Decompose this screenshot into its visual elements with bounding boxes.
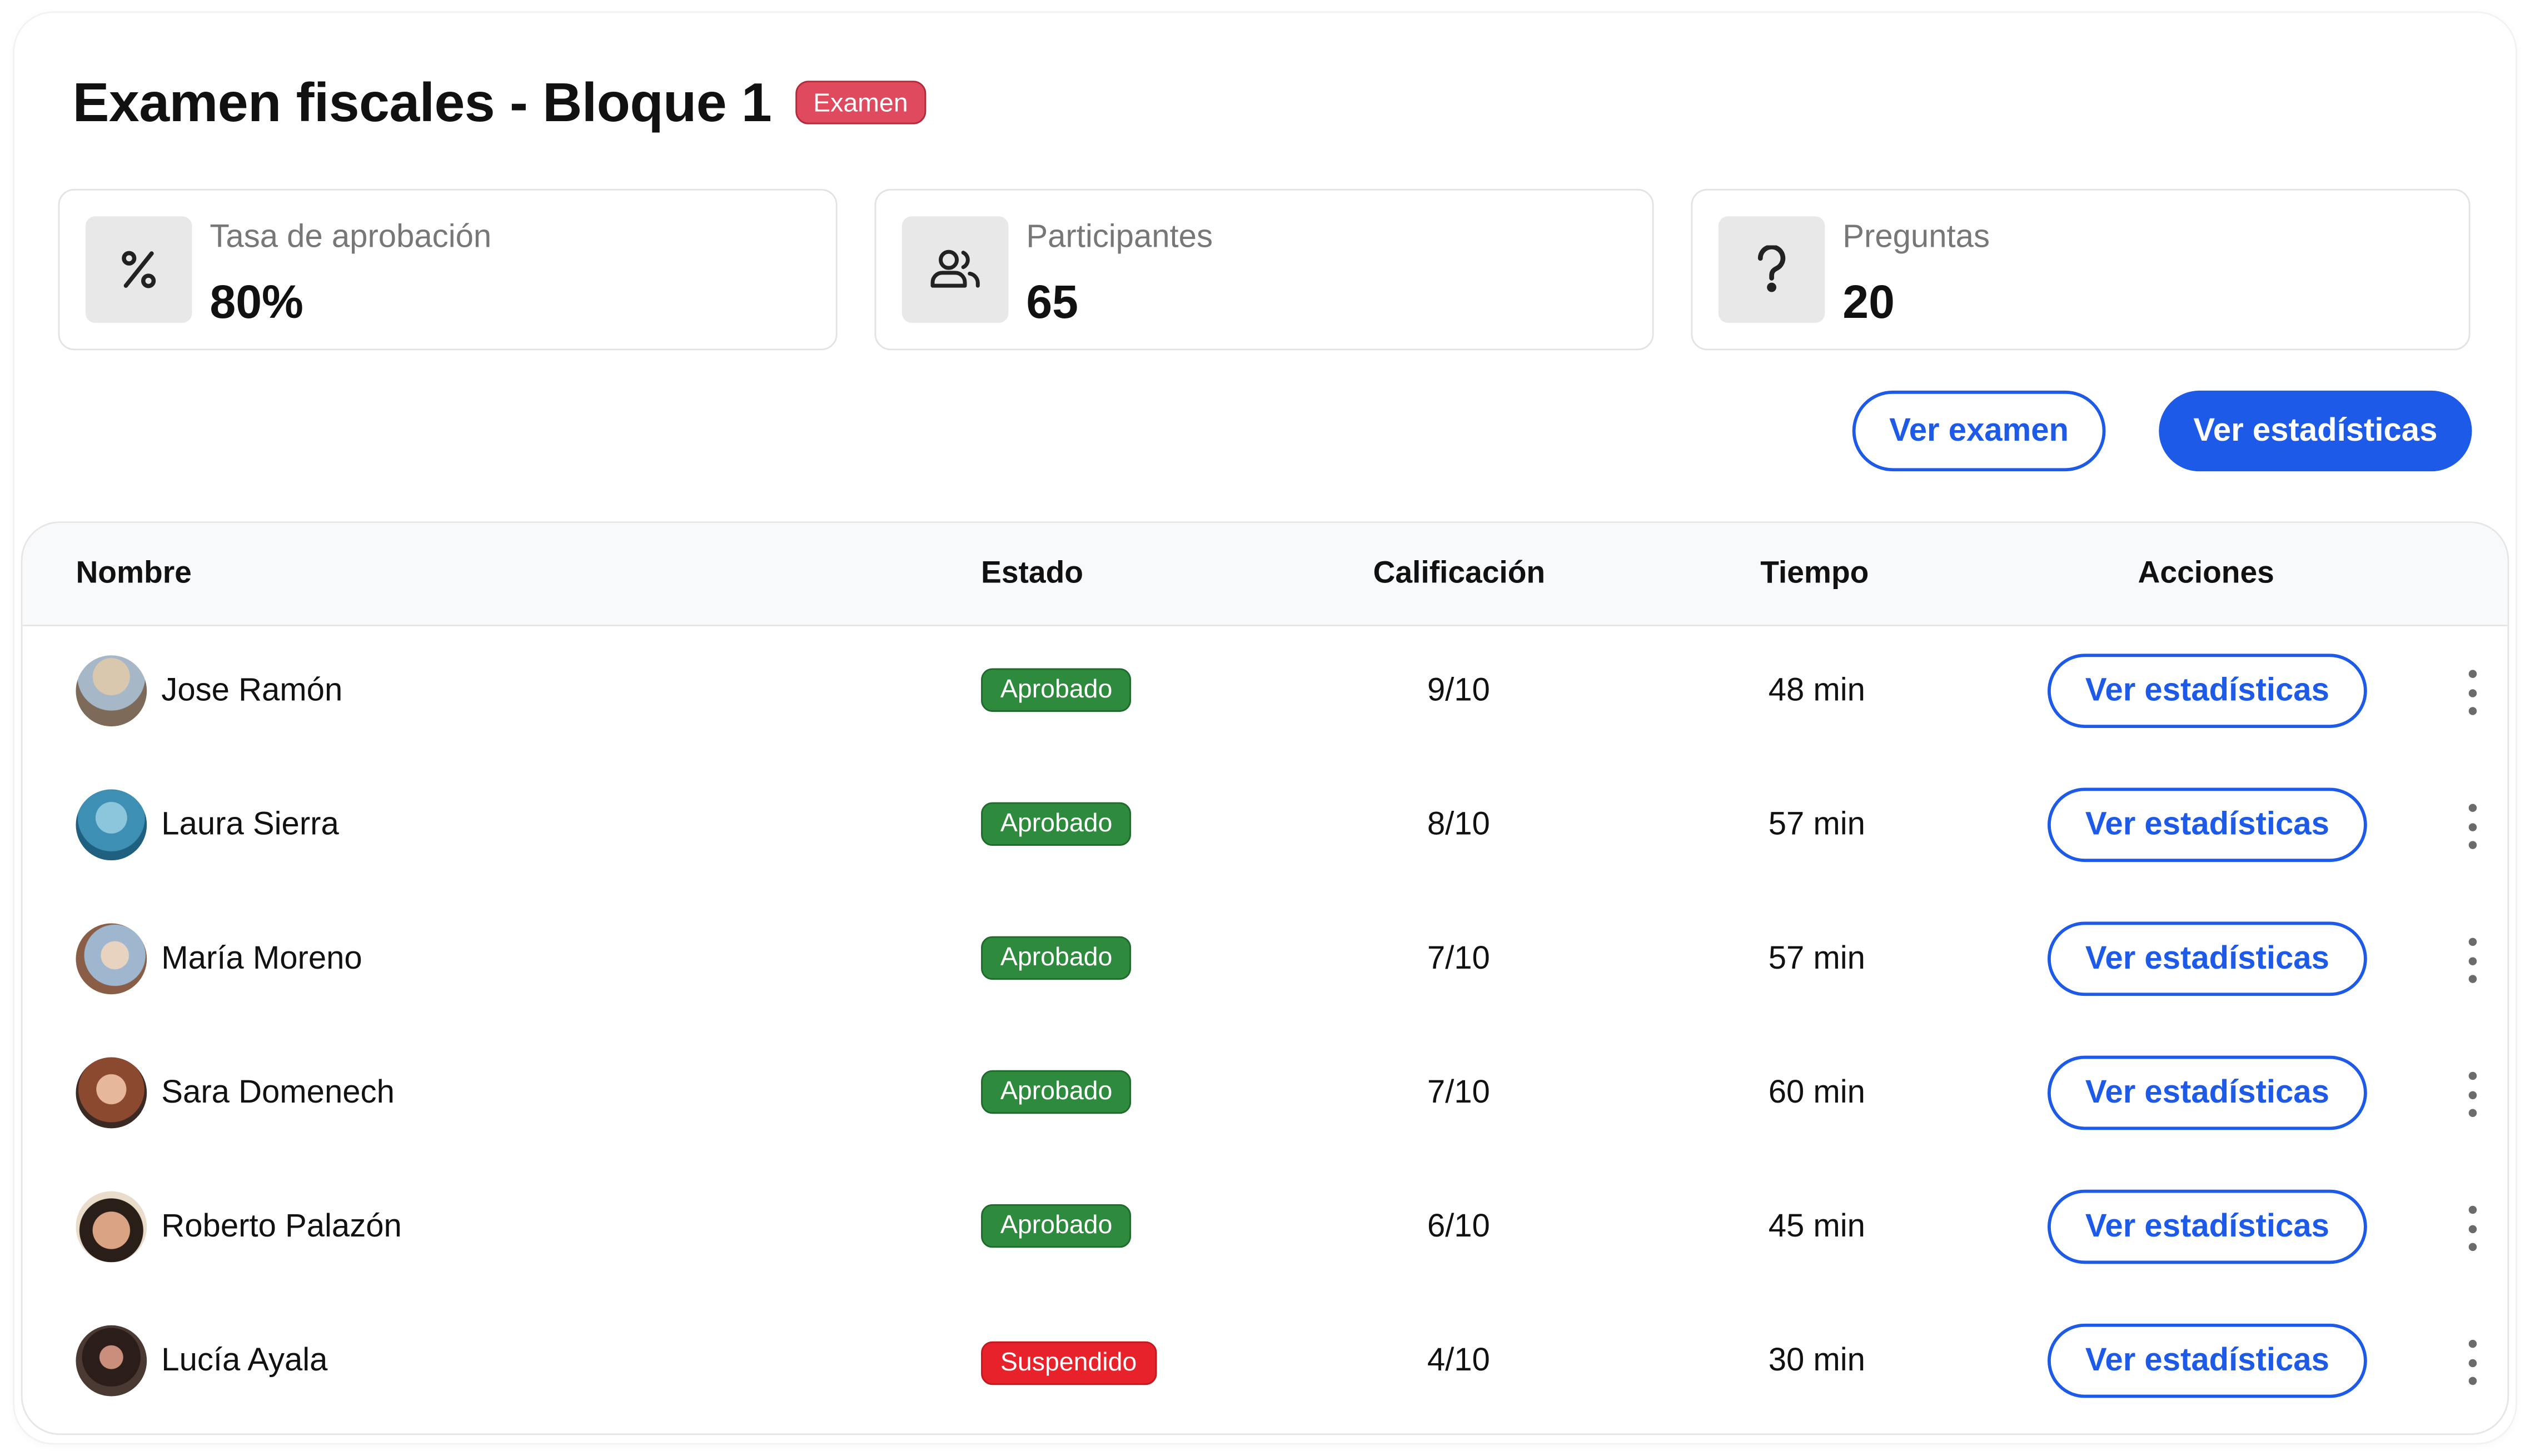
avatar (76, 1057, 147, 1129)
avatar (76, 923, 147, 995)
status-badge: Aprobado (981, 1070, 1132, 1114)
column-header-time[interactable]: Tiempo (1760, 523, 1869, 625)
time-cell: 60 min (1768, 1075, 1865, 1111)
row-view-statistics-button[interactable]: Ver estadísticas (2047, 1189, 2367, 1264)
row-view-statistics-button[interactable]: Ver estadísticas (2047, 654, 2367, 728)
status-badge: Aprobado (981, 936, 1132, 980)
table-header: Nombre Estado Calificación Tiempo Accion… (22, 523, 2508, 627)
more-options-icon[interactable] (2456, 804, 2488, 849)
participant-name: Sara Domenech (161, 1075, 395, 1111)
grade-cell: 7/10 (1427, 941, 1490, 977)
participant-name: Lucía Ayala (161, 1343, 328, 1379)
page: Examen fiscales - Bloque 1 Examen Tasa d… (0, 0, 2530, 1456)
status-badge: Aprobado (981, 1204, 1132, 1248)
avatar (76, 1191, 147, 1263)
time-cell: 30 min (1768, 1343, 1865, 1379)
question-icon (1718, 216, 1825, 323)
table-row: María Moreno Aprobado 7/10 57 min Ver es… (23, 892, 2508, 1026)
participant-name: María Moreno (161, 941, 362, 977)
participant-name: Jose Ramón (161, 673, 343, 709)
page-title: Examen fiscales - Bloque 1 (72, 72, 772, 134)
stat-value: 80% (210, 277, 303, 330)
table-row: Roberto Palazón Aprobado 6/10 45 min Ver… (23, 1160, 2508, 1294)
column-header-grade[interactable]: Calificación (1373, 523, 1546, 625)
stat-card-questions: Preguntas 20 (1691, 188, 2471, 351)
time-cell: 57 min (1768, 807, 1865, 843)
participants-table: Nombre Estado Calificación Tiempo Accion… (21, 521, 2509, 1435)
grade-cell: 6/10 (1427, 1209, 1490, 1245)
time-cell: 45 min (1768, 1209, 1865, 1245)
percent-icon (85, 216, 192, 323)
time-cell: 57 min (1768, 941, 1865, 977)
stat-card-pass-rate: Tasa de aprobación 80% (58, 188, 838, 351)
time-cell: 48 min (1768, 673, 1865, 709)
status-badge: Aprobado (981, 802, 1132, 846)
row-view-statistics-button[interactable]: Ver estadísticas (2047, 1323, 2367, 1398)
users-icon (902, 216, 1009, 323)
row-view-statistics-button[interactable]: Ver estadísticas (2047, 787, 2367, 862)
avatar (76, 1325, 147, 1397)
participant-name: Roberto Palazón (161, 1209, 402, 1245)
column-header-status[interactable]: Estado (981, 523, 1083, 625)
avatar (76, 655, 147, 727)
stat-value: 65 (1026, 277, 1079, 330)
avatar (76, 789, 147, 861)
table-row: Jose Ramón Aprobado 9/10 48 min Ver esta… (23, 625, 2508, 759)
table-row: Lucía Ayala Suspendido 4/10 30 min Ver e… (23, 1295, 2508, 1429)
more-options-icon[interactable] (2456, 1205, 2488, 1251)
more-options-icon[interactable] (2456, 670, 2488, 715)
stat-card-participants: Participantes 65 (874, 188, 1654, 351)
grade-cell: 7/10 (1427, 1075, 1490, 1111)
stat-label: Preguntas (1842, 220, 1990, 255)
more-options-icon[interactable] (2456, 1071, 2488, 1118)
stat-label: Participantes (1026, 220, 1213, 255)
column-header-actions: Acciones (2138, 557, 2274, 591)
stat-label: Tasa de aprobación (210, 220, 492, 255)
more-options-icon[interactable] (2456, 1339, 2488, 1385)
exam-type-badge: Examen (795, 81, 926, 124)
table-row: Laura Sierra Aprobado 8/10 57 min Ver es… (23, 759, 2508, 892)
table-row: Sara Domenech Aprobado 7/10 60 min Ver e… (23, 1026, 2508, 1160)
status-badge: Aprobado (981, 668, 1132, 712)
grade-cell: 4/10 (1427, 1343, 1490, 1379)
row-view-statistics-button[interactable]: Ver estadísticas (2047, 921, 2367, 996)
view-exam-button[interactable]: Ver examen (1852, 390, 2106, 472)
view-statistics-button[interactable]: Ver estadísticas (2159, 390, 2472, 472)
participant-name: Laura Sierra (161, 807, 339, 843)
row-view-statistics-button[interactable]: Ver estadísticas (2047, 1055, 2367, 1130)
grade-cell: 8/10 (1427, 807, 1490, 843)
stat-value: 20 (1842, 277, 1895, 330)
grade-cell: 9/10 (1427, 673, 1490, 709)
more-options-icon[interactable] (2456, 938, 2488, 983)
column-header-name[interactable]: Nombre (76, 523, 191, 625)
status-badge: Suspendido (981, 1341, 1157, 1385)
